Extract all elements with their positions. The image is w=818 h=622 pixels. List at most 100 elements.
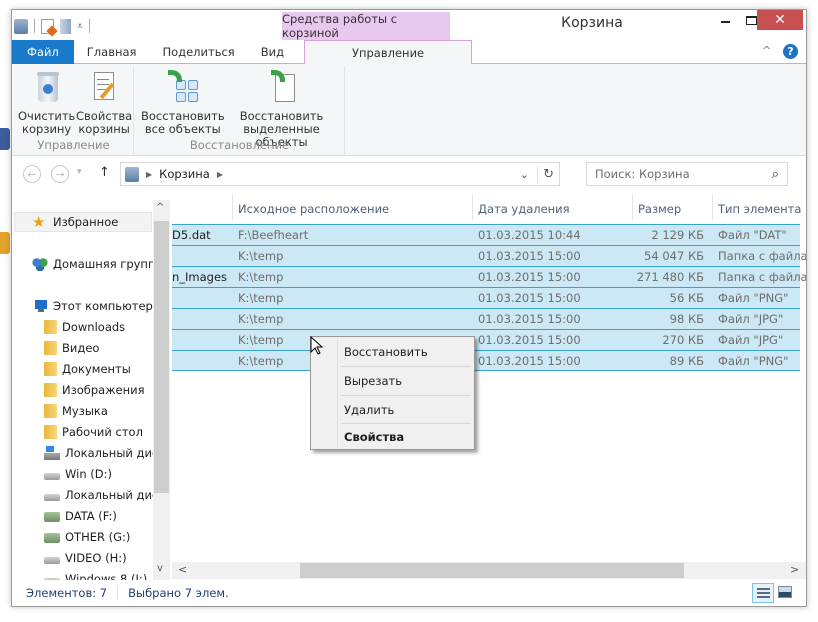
cell-date: 01.03.2015 15:00 (478, 249, 581, 263)
nav-item[interactable]: ★ Избранное (14, 212, 152, 232)
menu-item-cut[interactable]: Вырезать (344, 366, 472, 395)
column-header-type[interactable]: Тип элемента (718, 198, 801, 220)
nav-pane-scroll-thumb[interactable] (154, 221, 169, 493)
cell-location: K:\temp (238, 270, 284, 284)
file-row[interactable]: K:\temp 01.03.2015 15:00 54 047 КБ Папка с … (172, 245, 806, 266)
cell-location: K:\temp (238, 333, 284, 347)
file-row[interactable]: D5.dat F:\Beefheart 01.03.2015 10:44 2 129 … (172, 224, 800, 245)
nav-item[interactable]: Рабочий стол (44, 422, 143, 442)
nav-item[interactable]: Этот компьютер (32, 296, 153, 316)
file-row[interactable]: n_Images K:\temp 01.03.2015 15:00 271 480 К… (172, 266, 806, 287)
nav-item[interactable]: Downloads (44, 317, 125, 337)
column-separator[interactable] (712, 194, 713, 220)
nav-item[interactable]: DATA (F:) (44, 506, 117, 526)
recycle-bin-properties-button[interactable]: Свойства корзины (76, 70, 132, 136)
help-icon[interactable]: ? (783, 44, 798, 59)
details-view-button[interactable] (752, 583, 774, 603)
file-row[interactable]: K:\temp 01.03.2015 15:00 270 КБ Файл "JPG" (172, 329, 800, 350)
nav-item[interactable]: Музыка (44, 401, 108, 421)
collapse-ribbon-button[interactable]: ^ (762, 44, 771, 57)
scroll-right-arrow[interactable]: > (790, 563, 799, 576)
separator (117, 586, 119, 600)
desktop-icon[interactable] (0, 232, 10, 254)
back-button[interactable]: ← (23, 165, 41, 183)
minimize-button[interactable] (712, 10, 738, 30)
large-icons-view-button[interactable] (778, 586, 792, 598)
menu-item-delete[interactable]: Удалить (344, 395, 472, 424)
nav-item[interactable]: Windows 8 (I:) (44, 569, 147, 580)
column-separator[interactable] (472, 194, 473, 220)
breadcrumb-arrow-icon[interactable]: ▶ (217, 170, 223, 179)
drive-icon (44, 557, 60, 564)
search-input[interactable]: Поиск: Корзина ⌕ (586, 162, 788, 186)
customize-dropdown-icon[interactable]: ⩡ (77, 21, 83, 32)
up-button[interactable]: ↑ (99, 165, 110, 180)
column-header-date[interactable]: Дата удаления (478, 198, 570, 220)
ribbon: Очистить корзину Свойства корзины Управл… (12, 64, 806, 156)
scroll-left-arrow[interactable]: < (178, 563, 187, 576)
forward-button[interactable]: → (51, 165, 69, 183)
breadcrumb-item[interactable]: Корзина (159, 167, 210, 181)
search-icon[interactable]: ⌕ (772, 167, 779, 182)
cell-size: 98 КБ (669, 312, 704, 326)
recent-locations-button[interactable]: ▾ (77, 167, 82, 177)
minimize-icon (720, 21, 730, 23)
cell-size: 270 КБ (662, 333, 704, 347)
column-header-size[interactable]: Размер (638, 198, 681, 220)
title-bar: ⩡ Средства работы с корзиной Корзина ✕ (12, 10, 806, 40)
cell-size: 56 КБ (669, 291, 704, 305)
column-separator[interactable] (632, 194, 633, 220)
ribbon-group-label: Управление (37, 138, 110, 152)
cell-date: 01.03.2015 15:00 (478, 333, 581, 347)
nav-item[interactable]: Документы (44, 359, 131, 379)
nav-item[interactable]: Win (D:) (44, 464, 112, 484)
file-row[interactable]: K:\temp 01.03.2015 15:00 89 КБ Файл "PNG" (172, 350, 800, 371)
file-list: Исходное расположение Дата удаления ^ Ра… (172, 194, 806, 566)
tab-share[interactable]: Поделиться (149, 40, 247, 64)
item-count: Элементов: 7 (26, 586, 108, 600)
restore-all-button[interactable]: Восстановить все объекты (141, 70, 225, 136)
tab-file[interactable]: Файл (12, 40, 74, 64)
scroll-up-arrow[interactable]: ^ (156, 202, 164, 213)
nav-item-label: VIDEO (H:) (65, 551, 127, 565)
menu-item-properties[interactable]: Свойства (344, 422, 472, 451)
tab-home[interactable]: Главная (74, 40, 150, 64)
properties-icon[interactable] (41, 18, 58, 37)
tab-manage[interactable]: Управление (304, 40, 473, 65)
tab-view[interactable]: Вид (248, 40, 297, 64)
desktop-icon[interactable] (0, 128, 10, 150)
column-separator[interactable] (232, 194, 233, 220)
close-button[interactable]: ✕ (757, 10, 803, 30)
scroll-down-arrow[interactable]: v (157, 563, 163, 574)
nav-item[interactable]: Локальный диск (44, 443, 165, 463)
star-icon: ★ (32, 213, 46, 231)
nav-item[interactable]: Домашняя группа (32, 254, 163, 274)
address-bar[interactable]: ▶ Корзина ▶ ⌄ ↻ (120, 162, 560, 186)
file-row[interactable]: K:\temp 01.03.2015 15:00 98 КБ Файл "JPG" (172, 308, 800, 329)
nav-item[interactable]: Видео (44, 338, 99, 358)
new-folder-icon[interactable] (60, 18, 71, 34)
pictures-folder-icon (44, 383, 57, 397)
ribbon-label: все объекты (144, 122, 221, 136)
nav-item[interactable]: OTHER (G:) (44, 527, 130, 547)
cell-date: 01.03.2015 15:00 (478, 312, 581, 326)
nav-item[interactable]: Локальный диск (44, 485, 165, 505)
column-header-location[interactable]: Исходное расположение (238, 198, 389, 220)
back-icon: ← (27, 167, 37, 181)
recycle-bin-icon[interactable] (14, 18, 28, 34)
cell-date: 01.03.2015 15:00 (478, 291, 581, 305)
ribbon-group-manage: Очистить корзину Свойства корзины Управл… (14, 66, 134, 154)
cell-type: Файл "JPG" (718, 333, 784, 347)
nav-item-label: Документы (62, 362, 131, 376)
file-row[interactable]: K:\temp 01.03.2015 15:00 56 КБ Файл "PNG" (172, 287, 800, 308)
horizontal-scroll-thumb[interactable] (300, 563, 684, 578)
nav-item[interactable]: VIDEO (H:) (44, 548, 127, 568)
nav-item-label: Win (D:) (65, 467, 112, 481)
address-dropdown-icon[interactable]: ⌄ (520, 168, 529, 181)
context-menu: Восстановить Вырезать Удалить Свойства (310, 336, 475, 450)
nav-item[interactable]: Изображения (44, 380, 145, 400)
empty-recycle-bin-button[interactable]: Очистить корзину (18, 70, 75, 136)
refresh-icon[interactable]: ↻ (543, 167, 554, 182)
window-title: Корзина (561, 15, 623, 31)
menu-item-restore[interactable]: Восстановить (344, 337, 472, 366)
